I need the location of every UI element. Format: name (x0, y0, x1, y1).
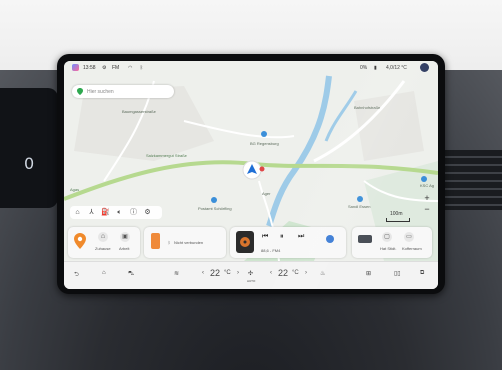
map-quick-actions: ⌂ ⅄ ⛽ 🔈︎ ⓘ ⚙ (70, 206, 162, 219)
next-track-button[interactable]: ⏭ (298, 233, 304, 241)
back-icon[interactable]: ⮌ (74, 270, 79, 280)
map-search-bar[interactable]: Hier suchen (72, 85, 174, 98)
previous-track-button[interactable]: ⏮ (262, 233, 268, 241)
apps-grid-icon[interactable]: ⊞ (366, 270, 371, 277)
search-placeholder: Hier suchen (87, 89, 114, 95)
volume-icon[interactable]: 🔈︎ (115, 208, 124, 217)
car-dashboard-scene: 0 13:58 ⚙ FM ◠ ᛒ 0% ▮ 4,0/12 °C Hier suc… (0, 0, 502, 370)
map-label: Agas (70, 187, 80, 192)
pause-button[interactable]: ⏸ (280, 233, 284, 241)
map-label: Sandl Essen (348, 204, 371, 209)
navigation-pin-icon[interactable] (74, 233, 86, 249)
map-scale-bar (386, 218, 410, 222)
map-label: KSC Ag (420, 183, 435, 188)
temp-left-increase[interactable]: › (237, 270, 239, 276)
temp-right: 22 (278, 268, 289, 278)
signal-icon: ▮ (374, 65, 377, 71)
rear-defrost-icon[interactable]: ♨ (320, 270, 325, 277)
widget-cards: ⌂ Zuhause ▣ Arbeit ᛒ Nicht verbunden ⏮ ⏸… (64, 224, 438, 261)
nav-shortcuts-card: ⌂ Zuhause ▣ Arbeit (68, 227, 140, 258)
fan-mode-label: AUTO (247, 279, 256, 283)
home-icon[interactable]: ⌂ (102, 270, 106, 276)
assistant-icon[interactable] (420, 63, 429, 72)
vehicle-lock-label[interactable]: Hat Stidt. (380, 246, 396, 251)
cluster-speed: 0 (24, 154, 35, 173)
phone-card[interactable]: ᛒ Nicht verbunden (144, 227, 226, 258)
zoom-in-button[interactable]: + (420, 193, 434, 204)
temp-right-unit: °C (292, 270, 299, 276)
car-icon[interactable]: ⛍ (128, 270, 134, 278)
status-battery: 0% (360, 65, 368, 71)
infotainment-screen: 13:58 ⚙ FM ◠ ᛒ 0% ▮ 4,0/12 °C Hier suche… (64, 61, 438, 289)
media-source-icon[interactable] (326, 235, 334, 243)
map-label: Postamt Schörfling (198, 206, 232, 211)
temp-right-increase[interactable]: › (305, 270, 307, 276)
map-label: Salzkammergut Straße (146, 153, 187, 158)
map-label: Ager (262, 191, 271, 196)
settings-icon: ⚙ (102, 65, 107, 71)
zoom-out-button[interactable]: − (420, 204, 434, 215)
vehicle-card: ▢ Hat Stidt. ▭ Kofferraum (352, 227, 432, 258)
home-icon[interactable]: ⌂ (98, 232, 108, 242)
fuel-icon[interactable]: ⛽ (101, 208, 110, 217)
briefcase-icon[interactable]: ▣ (120, 232, 130, 242)
status-time: 13:58 (83, 65, 96, 71)
map-label: Baumgasserstraße (122, 109, 156, 114)
bottom-dock: ⮌ ⌂ ⛍ ≋ ‹ 22 °C › ✣ AUTO ‹ 22 °C › ♨ ⊞ ▯… (64, 261, 438, 289)
car-icon (358, 235, 372, 243)
zoom-controls: + − (420, 193, 434, 215)
temp-left-decrease[interactable]: ‹ (202, 270, 204, 276)
wifi-icon: ◠ (128, 65, 133, 71)
status-temperature: 4,0/12 °C (386, 65, 407, 71)
phone-status: Nicht verbunden (174, 240, 204, 245)
location-pin-icon (77, 88, 83, 95)
map-scale-label: 100m (390, 211, 403, 217)
temp-left-unit: °C (224, 270, 231, 276)
phone-icon (151, 233, 160, 249)
home-icon[interactable]: ⌂ (73, 208, 82, 217)
map-label: Bahnhofstraße (354, 105, 381, 110)
media-card: ⏮ ⏸ ⏭ 88,6 - FM4 (230, 227, 346, 258)
temp-left: 22 (210, 268, 221, 278)
settings-icon[interactable]: ⚙ (143, 208, 152, 217)
temp-right-decrease[interactable]: ‹ (270, 270, 272, 276)
bluetooth-icon: ᛒ (140, 65, 144, 71)
route-icon[interactable]: ⅄ (87, 208, 96, 217)
fan-icon[interactable]: ✣ (248, 270, 253, 277)
shortcut-work-label[interactable]: Arbeit (119, 246, 129, 251)
instrument-cluster: 0 (0, 88, 58, 208)
lock-icon[interactable]: ▢ (382, 232, 392, 242)
album-art (236, 231, 254, 253)
status-fm: FM (112, 65, 120, 71)
info-icon[interactable]: ⓘ (129, 208, 138, 217)
media-station: 88,6 - FM4 (261, 248, 281, 253)
split-view-icon[interactable]: ▯▯ (394, 270, 401, 277)
vehicle-trunk-label[interactable]: Kofferraum (402, 246, 422, 251)
bluetooth-icon: ᛒ (168, 240, 171, 245)
map-label: BG Regensburg (250, 141, 279, 146)
air-vent (442, 150, 502, 210)
profile-icon[interactable] (72, 64, 79, 71)
status-bar: 13:58 ⚙ FM ◠ ᛒ 0% ▮ 4,0/12 °C (64, 61, 438, 75)
trunk-icon[interactable]: ▭ (404, 232, 414, 242)
seat-heat-icon[interactable]: ≋ (174, 270, 179, 277)
shortcut-home-label[interactable]: Zuhause (95, 246, 111, 251)
windows-icon[interactable]: ⧉ (420, 270, 424, 277)
